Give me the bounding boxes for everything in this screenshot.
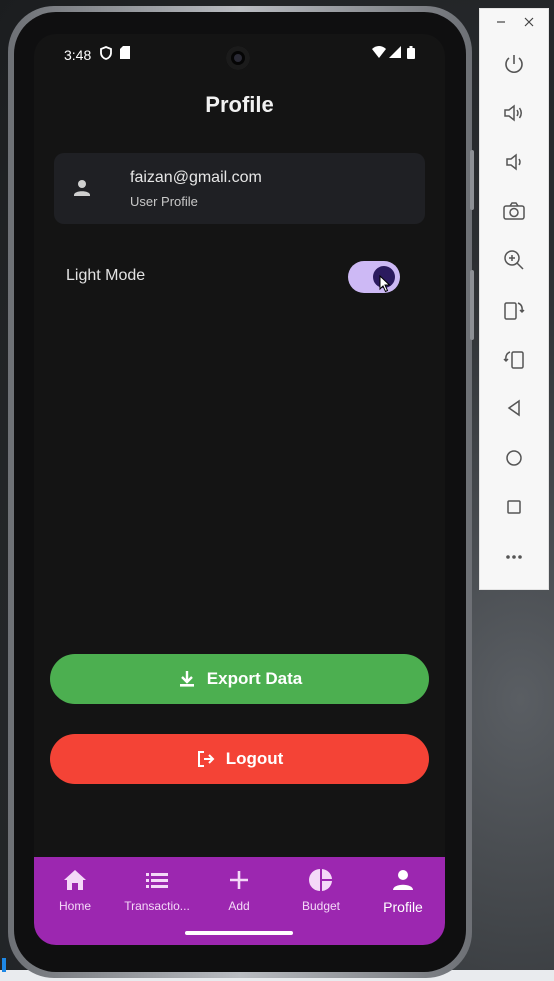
battery-icon: [407, 46, 415, 62]
nav-label-home: Home: [58, 899, 91, 913]
phone-side-button: [470, 150, 474, 210]
zoom-icon[interactable]: [499, 245, 529, 275]
nav-label-add: Add: [228, 899, 250, 913]
nav-label-transactions: Transactio...: [124, 899, 190, 913]
power-icon[interactable]: [499, 49, 529, 79]
light-mode-toggle[interactable]: [348, 261, 400, 293]
front-camera: [226, 46, 250, 70]
export-data-label: Export Data: [206, 669, 303, 688]
home-icon: [64, 870, 86, 890]
shield-icon: [100, 46, 112, 63]
person-icon: [72, 178, 92, 198]
wifi-icon: [372, 46, 386, 61]
rotate-right-icon[interactable]: [499, 344, 529, 374]
nav-item-profile[interactable]: Profile: [362, 867, 444, 915]
camera-icon[interactable]: [499, 196, 529, 226]
home-circle-icon[interactable]: [499, 443, 529, 473]
status-time: 3:48: [64, 47, 92, 63]
phone-side-button: [470, 270, 474, 340]
user-subtitle: User Profile: [130, 194, 198, 209]
nav-item-home[interactable]: Home: [34, 867, 116, 913]
logout-button[interactable]: Logout: [50, 734, 429, 784]
pie-chart-icon: [309, 869, 332, 891]
close-icon[interactable]: [524, 15, 534, 30]
bottom-navigation: Home Transactio... Add Budget Profile: [34, 857, 445, 945]
plus-icon: [230, 871, 248, 889]
more-icon[interactable]: [499, 542, 529, 572]
status-bar: 3:48: [34, 34, 445, 76]
gesture-home-indicator[interactable]: [185, 931, 293, 935]
taskbar-mark: [2, 958, 6, 972]
rotate-left-icon[interactable]: [499, 295, 529, 325]
user-profile-card[interactable]: faizan@gmail.com User Profile: [54, 153, 425, 224]
page-title: Profile: [205, 92, 274, 117]
nav-label-profile: Profile: [383, 899, 423, 915]
back-icon[interactable]: [499, 393, 529, 423]
nav-label-budget: Budget: [301, 899, 341, 913]
signal-icon: [389, 46, 401, 61]
minimize-icon[interactable]: [496, 15, 506, 30]
light-mode-label: Light Mode: [66, 267, 146, 284]
overview-icon[interactable]: [499, 492, 529, 522]
logout-label: Logout: [225, 749, 284, 768]
nav-item-add[interactable]: Add: [198, 867, 280, 913]
download-icon: [179, 671, 194, 687]
volume-down-icon[interactable]: [499, 147, 529, 177]
phone-screen: 3:48 Profile faizan@gmail.com User Profi…: [34, 34, 445, 945]
nav-item-transactions[interactable]: Transactio...: [116, 867, 198, 913]
list-icon: [146, 873, 168, 888]
user-email: faizan@gmail.com: [130, 169, 262, 186]
mouse-cursor-icon: [379, 275, 391, 293]
emulator-toolbar: [479, 8, 549, 590]
logout-icon: [197, 751, 215, 767]
export-data-button[interactable]: Export Data: [50, 654, 429, 704]
nav-item-budget[interactable]: Budget: [280, 867, 362, 913]
sd-card-icon: [120, 46, 130, 62]
volume-up-icon[interactable]: [499, 98, 529, 128]
person-icon: [393, 870, 413, 890]
